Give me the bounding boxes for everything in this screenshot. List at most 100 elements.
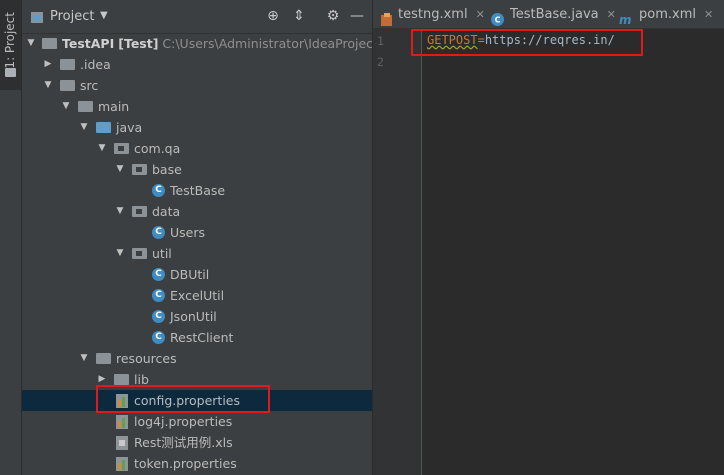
- tree-item-rest-xls[interactable]: Rest测试用例.xls: [22, 432, 372, 453]
- java-class-icon: C: [491, 8, 504, 26]
- properties-file-icon: [116, 415, 128, 429]
- module-folder-icon: [42, 38, 57, 49]
- collapse-all-icon[interactable]: ⇕: [290, 7, 308, 25]
- line-number-gutter: 1 2: [373, 29, 422, 475]
- highlight-box: [96, 385, 270, 413]
- locate-file-icon[interactable]: ⊕: [264, 7, 282, 25]
- tree-item-label: util: [152, 246, 172, 261]
- package-icon: [132, 164, 147, 175]
- java-class-icon: C: [152, 226, 165, 239]
- chevron-down-icon[interactable]: ▼: [61, 96, 71, 117]
- folder-icon: [5, 68, 16, 77]
- project-tool-tab-label: 1: Project: [3, 12, 17, 69]
- tree-item-token-properties[interactable]: token.properties: [22, 453, 372, 474]
- line-number: 2: [377, 55, 384, 69]
- project-path: C:\Users\Administrator\IdeaProjects\T: [162, 36, 397, 51]
- java-class-icon: C: [152, 331, 165, 344]
- source-folder-icon: [96, 122, 111, 133]
- chevron-right-icon[interactable]: ▶: [43, 54, 53, 75]
- package-icon: [132, 248, 147, 259]
- chevron-down-icon[interactable]: ▼: [26, 33, 36, 54]
- chevron-down-icon[interactable]: ▼: [115, 159, 125, 180]
- tree-item-restclient[interactable]: C RestClient: [22, 327, 372, 348]
- tree-item-testapi[interactable]: ▼ TestAPI [Test] C:\Users\Administrator\…: [22, 33, 397, 54]
- folder-icon: [60, 59, 75, 70]
- properties-file-icon: [116, 457, 128, 471]
- project-panel: Project ▼ ⊕ ⇕ ⚙ — ▼ TestAPI [Test] C:\Us…: [22, 0, 397, 475]
- java-class-icon: C: [152, 289, 165, 302]
- tree-item-label: TestAPI [Test] C:\Users\Administrator\Id…: [62, 33, 396, 54]
- tree-item-label: Rest测试用例.xls: [134, 435, 233, 450]
- package-icon: [132, 206, 147, 217]
- tree-item-main[interactable]: ▼ main: [22, 96, 372, 117]
- close-icon[interactable]: ✕: [476, 8, 485, 21]
- tree-item-resources[interactable]: ▼ resources: [22, 348, 372, 369]
- folder-icon: [60, 80, 75, 91]
- tree-item-label: .idea: [80, 57, 111, 72]
- tree-item-dbutil[interactable]: C DBUtil: [22, 264, 372, 285]
- line-number: 1: [377, 34, 384, 48]
- chevron-down-icon[interactable]: ▼: [115, 201, 125, 222]
- tool-window-strip: 1: Project: [0, 0, 22, 475]
- project-name: TestAPI: [62, 36, 115, 51]
- tree-item-excelutil[interactable]: C ExcelUtil: [22, 285, 372, 306]
- chevron-down-icon[interactable]: ▼: [79, 348, 89, 369]
- spreadsheet-file-icon: [116, 436, 128, 450]
- chevron-down-icon[interactable]: ▼: [115, 243, 125, 264]
- highlight-box: [411, 29, 643, 56]
- chevron-down-icon[interactable]: ▼: [100, 10, 108, 21]
- tab-testng-xml[interactable]: testng.xml ✕: [381, 0, 485, 28]
- tree-item-label: com.qa: [134, 141, 181, 156]
- tree-item-jsonutil[interactable]: C JsonUtil: [22, 306, 372, 327]
- chevron-down-icon[interactable]: ▼: [97, 138, 107, 159]
- tree-item-label: resources: [116, 351, 177, 366]
- close-icon[interactable]: ✕: [607, 8, 616, 21]
- svg-text:C: C: [495, 16, 501, 25]
- project-panel-title[interactable]: Project: [50, 9, 94, 24]
- tab-label: TestBase.java: [510, 7, 599, 22]
- project-panel-header: Project ▼ ⊕ ⇕ ⚙ —: [22, 0, 372, 34]
- tree-item-base[interactable]: ▼ base: [22, 159, 372, 180]
- tree-item-label: RestClient: [170, 330, 234, 345]
- tree-item-log4j-properties[interactable]: log4j.properties: [22, 411, 372, 432]
- chevron-down-icon[interactable]: ▼: [43, 75, 53, 96]
- gear-icon[interactable]: ⚙: [324, 7, 342, 25]
- java-class-icon: C: [152, 184, 165, 197]
- tree-item-label: DBUtil: [170, 267, 210, 282]
- resources-folder-icon: [96, 353, 111, 364]
- tree-item-data[interactable]: ▼ data: [22, 201, 372, 222]
- tree-item-label: java: [116, 120, 143, 135]
- folder-icon: [114, 374, 129, 385]
- tree-item-src[interactable]: ▼ src: [22, 75, 372, 96]
- project-tool-tab[interactable]: 1: Project: [0, 0, 21, 90]
- tree-item-label: main: [98, 99, 130, 114]
- module-name: [Test]: [118, 36, 159, 51]
- tree-item-label: JsonUtil: [170, 309, 217, 324]
- folder-icon: [78, 101, 93, 112]
- editor-tab-bar: testng.xml ✕ C TestBase.java ✕ m pom.xml ✕: [373, 0, 724, 29]
- hide-panel-icon[interactable]: —: [348, 7, 366, 25]
- java-class-icon: C: [152, 268, 165, 281]
- code-editor[interactable]: 1 2 GETPOST=https://reqres.in/: [373, 29, 724, 475]
- tree-item-users[interactable]: C Users: [22, 222, 372, 243]
- tree-item-label: src: [80, 78, 99, 93]
- chevron-down-icon[interactable]: ▼: [79, 117, 89, 138]
- tree-item-label: TestBase: [170, 183, 226, 198]
- svg-text:m: m: [619, 13, 632, 26]
- tree-item-java[interactable]: ▼ java: [22, 117, 372, 138]
- tree-item-testbase[interactable]: C TestBase: [22, 180, 372, 201]
- project-view-icon: [31, 11, 43, 23]
- tree-item-idea[interactable]: ▶ .idea: [22, 54, 372, 75]
- tab-label: testng.xml: [398, 7, 468, 22]
- tree-item-label: ExcelUtil: [170, 288, 225, 303]
- package-icon: [114, 143, 129, 154]
- tree-item-label: base: [152, 162, 182, 177]
- tree-item-label: data: [152, 204, 181, 219]
- close-icon[interactable]: ✕: [704, 8, 713, 21]
- java-class-icon: C: [152, 310, 165, 323]
- tree-item-com-qa[interactable]: ▼ com.qa: [22, 138, 372, 159]
- tree-item-util[interactable]: ▼ util: [22, 243, 372, 264]
- tree-item-label: token.properties: [134, 456, 237, 471]
- tab-testbase-java[interactable]: C TestBase.java ✕: [491, 0, 616, 28]
- tab-pom-xml[interactable]: m pom.xml ✕: [619, 0, 713, 28]
